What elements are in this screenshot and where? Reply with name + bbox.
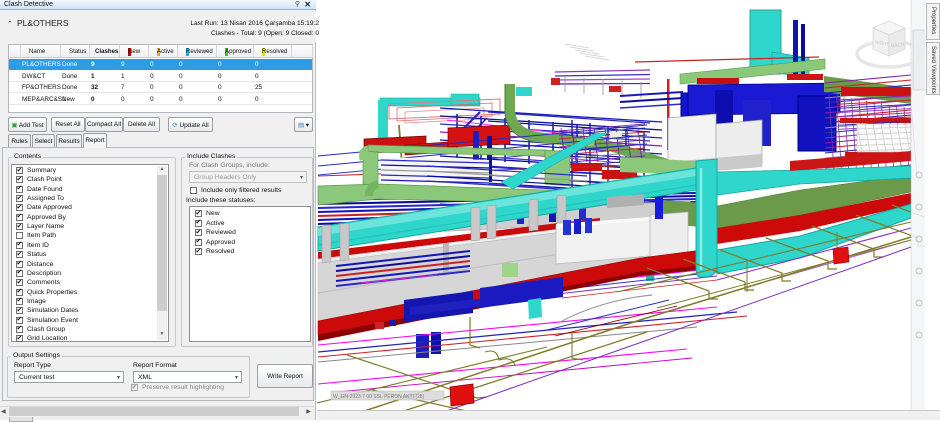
- svg-text:W_GN-2023 7 00 SSL PERON AKTI: W_GN-2023 7 00 SSL PERON AKTI (28): [333, 394, 425, 400]
- svg-text:BACK: BACK: [891, 42, 906, 49]
